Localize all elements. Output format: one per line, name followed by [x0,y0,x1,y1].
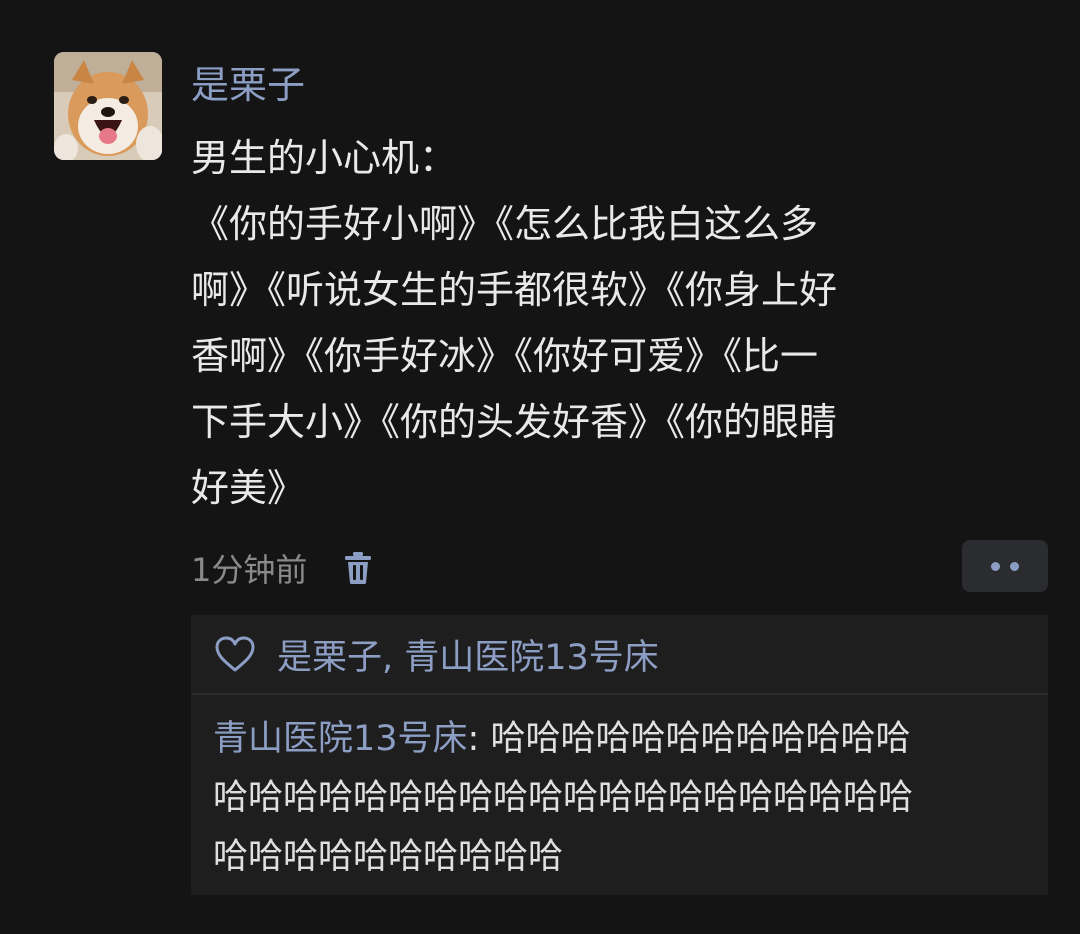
comment-item[interactable]: 青山医院13号床: 哈哈哈哈哈哈哈哈哈哈哈哈 哈哈哈哈哈哈哈哈哈哈哈哈哈哈哈哈哈… [213,710,1033,887]
post-author-name[interactable]: 是栗子 [191,58,305,112]
avatar[interactable] [54,52,162,160]
moment-post: 是栗子 男生的小心机： 《你的手好小啊》《怎么比我白这么多 啊》《听说女生的手都… [0,0,1080,934]
likers-list[interactable]: 是栗子, 青山医院13号床 [277,629,659,680]
post-content-line: 香啊》《你手好冰》《你好可爱》《比一 [191,334,819,378]
post-content-line: 下手大小》《你的头发好香》《你的眼睛 [191,400,838,444]
more-dots-icon [991,561,1000,571]
trash-icon [345,552,372,584]
likes-row: 是栗子, 青山医院13号床 [191,615,1048,695]
shiba-dog-avatar-icon [54,52,162,160]
post-content-line: 男生的小心机： [191,136,458,180]
post-content: 男生的小心机： 《你的手好小啊》《怎么比我白这么多 啊》《听说女生的手都很软》《… [191,125,1031,521]
comment-line: 哈哈哈哈哈哈哈哈哈哈哈哈哈哈哈哈哈哈哈哈 [213,778,914,818]
comment-text: 哈哈哈哈哈哈哈哈哈哈哈哈 [490,719,911,759]
comment-line: 青山医院13号床: 哈哈哈哈哈哈哈哈哈哈哈哈 [213,710,1033,769]
comment-separator: : [467,719,491,759]
more-options-button[interactable] [962,540,1048,592]
more-dots-icon [1010,561,1019,571]
post-content-line: 好美》 [191,466,306,510]
delete-button[interactable] [341,548,375,588]
commenter-name[interactable]: 青山医院13号床 [213,719,468,759]
post-timestamp: 1分钟前 [191,551,308,589]
heart-outline-icon [215,636,255,672]
like-button[interactable] [213,634,257,674]
post-meta: 1分钟前 [191,543,375,593]
post-content-line: 《你的手好小啊》《怎么比我白这么多 [191,202,819,246]
post-content-line: 啊》《听说女生的手都很软》《你身上好 [191,268,838,312]
interaction-panel: 是栗子, 青山医院13号床 青山医院13号床: 哈哈哈哈哈哈哈哈哈哈哈哈 哈哈哈… [191,615,1048,895]
comment-line: 哈哈哈哈哈哈哈哈哈哈 [213,837,564,877]
